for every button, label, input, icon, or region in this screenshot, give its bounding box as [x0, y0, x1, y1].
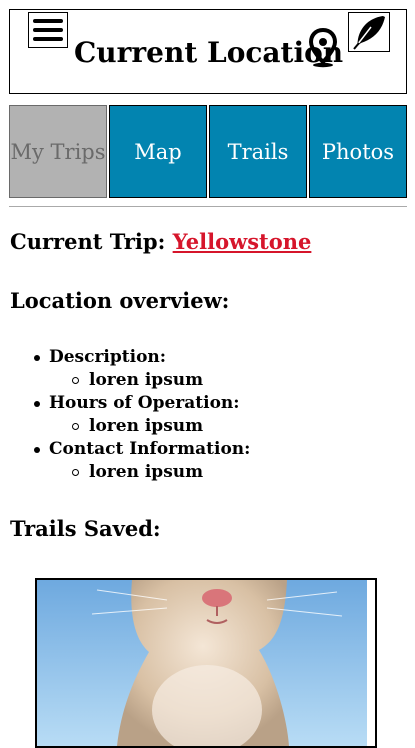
menu-button[interactable]: [28, 12, 68, 48]
feather-icon: [353, 16, 385, 50]
trails-saved-heading: Trails Saved:: [10, 516, 161, 541]
tab-photos[interactable]: Photos: [309, 105, 407, 198]
current-trip: Current Trip: Yellowstone: [10, 229, 311, 254]
description-label: Description:: [34, 346, 389, 369]
page-title: Current Location: [74, 36, 344, 69]
contact-label: Contact Information:: [34, 438, 389, 461]
location-overview-heading: Location overview:: [10, 288, 230, 313]
location-pin-icon[interactable]: [308, 28, 338, 68]
trail-photo[interactable]: [35, 578, 377, 748]
hours-label: Hours of Operation:: [34, 392, 389, 415]
tab-trails[interactable]: Trails: [209, 105, 307, 198]
hamburger-icon-bar: [33, 37, 63, 41]
hamburger-icon-bar: [33, 19, 63, 23]
feather-button[interactable]: [348, 12, 390, 52]
kitten-image: [37, 580, 375, 746]
nav-tabs: My Trips Map Trails Photos: [9, 105, 407, 198]
tab-map[interactable]: Map: [109, 105, 207, 198]
tab-my-trips[interactable]: My Trips: [9, 105, 107, 198]
current-trip-label: Current Trip:: [10, 229, 166, 254]
location-details-list: Description: loren ipsum Hours of Operat…: [34, 346, 389, 484]
divider: [9, 206, 407, 207]
contact-value: loren ipsum: [49, 461, 389, 484]
hours-value: loren ipsum: [49, 415, 389, 438]
top-header: Current Location: [9, 9, 407, 94]
description-value: loren ipsum: [49, 369, 389, 392]
current-trip-link[interactable]: Yellowstone: [173, 229, 312, 254]
hamburger-icon-bar: [33, 28, 63, 32]
